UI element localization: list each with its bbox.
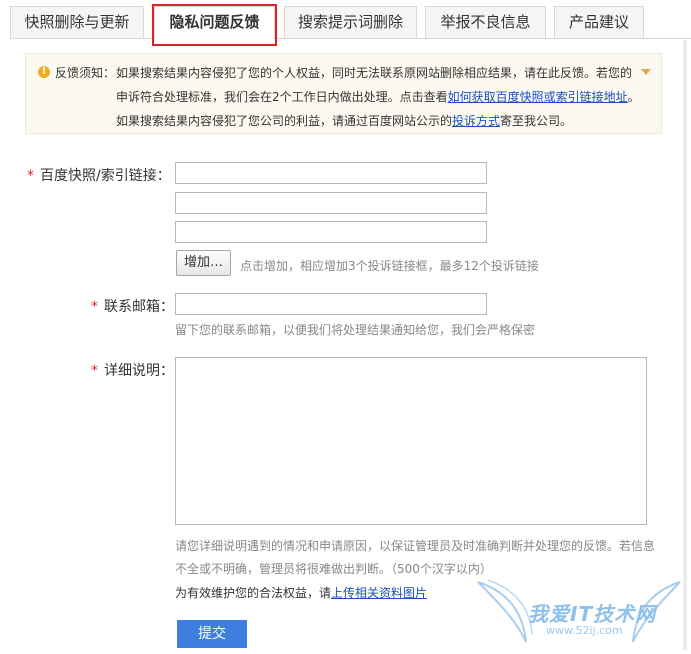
links-field-label: * 百度快照/索引链接：	[27, 165, 171, 185]
notice-line-2-text: 申诉符合处理标准，我们会在2个工作日内做出处理。点击查看	[116, 90, 448, 104]
add-links-button[interactable]: 增加…	[176, 250, 231, 276]
detail-hint-line-2: 不全或不明确，管理员将很难做出判断。（500个汉字以内）	[175, 562, 492, 576]
notice-line-2: 申诉符合处理标准，我们会在2个工作日内做出处理。点击查看如何获取百度快照或索引链…	[116, 88, 640, 105]
notice-line-3: 如果搜索结果内容侵犯了您公司的利益，请通过百度网站公示的投诉方式寄至我公司。	[116, 112, 572, 129]
detail-field-label: * 详细说明：	[91, 360, 174, 380]
email-label-text: 联系邮箱：	[104, 299, 174, 315]
tab-product-suggestion[interactable]: 产品建议	[554, 6, 644, 38]
required-mark: *	[91, 363, 98, 379]
add-links-hint: 点击增加，相应增加3个投诉链接框，最多12个投诉链接	[240, 259, 539, 273]
links-label-text: 百度快照/索引链接：	[40, 168, 171, 184]
tab-bar: 快照删除与更新 隐私问题反馈 搜索提示词删除 举报不良信息 产品建议	[0, 0, 691, 46]
detail-label-text: 详细说明：	[104, 363, 174, 379]
tab-baseline	[10, 38, 691, 39]
required-mark: *	[27, 168, 34, 184]
notice-line-2-end: 。	[627, 90, 640, 104]
email-hint: 留下您的联系邮箱，以便我们将处理结果通知给您，我们会严格保密	[175, 323, 536, 337]
tab-suggestion-delete[interactable]: 搜索提示词删除	[284, 6, 417, 38]
watermark-text: 我爱IT技术网	[528, 602, 657, 626]
chevron-down-icon[interactable]	[641, 69, 651, 75]
warning-icon: !	[38, 66, 50, 78]
watermark: 我爱IT技术网 www.52ij.com	[468, 572, 688, 650]
scrollbar[interactable]	[683, 40, 687, 650]
snapshot-help-link[interactable]: 如何获取百度快照或索引链接地址	[448, 90, 628, 104]
notice-line-3-text: 如果搜索结果内容侵犯了您公司的利益，请通过百度网站公示的	[116, 114, 453, 128]
tab-snapshot-delete[interactable]: 快照删除与更新	[10, 6, 144, 38]
notice-box: ! 反馈须知： 如果搜索结果内容侵犯了您的个人权益，同时无法联系原网站删除相应结…	[25, 53, 662, 134]
detail-hint-line-1: 请您详细说明遇到的情况和申请原因，以保证管理员及时准确判断并处理您的反馈。若信息	[175, 539, 656, 553]
tab-report-bad-info[interactable]: 举报不良信息	[425, 6, 546, 38]
link-input-2[interactable]	[175, 192, 487, 214]
email-field[interactable]	[175, 293, 487, 315]
upload-notice-text: 为有效维护您的合法权益，请	[175, 586, 332, 600]
complaint-method-link[interactable]: 投诉方式	[452, 114, 500, 128]
active-tab-highlight	[152, 4, 277, 46]
required-mark: *	[91, 299, 98, 315]
link-input-1[interactable]	[175, 162, 487, 184]
notice-label: 反馈须知：	[55, 66, 116, 80]
notice-line-3-end: 寄至我公司。	[500, 114, 573, 128]
submit-button[interactable]: 提交	[177, 620, 247, 648]
detail-textarea[interactable]	[175, 357, 647, 525]
email-field-label: * 联系邮箱：	[91, 296, 174, 316]
watermark-url: www.52ij.com	[546, 624, 623, 637]
upload-images-link[interactable]: 上传相关资料图片	[331, 586, 427, 600]
link-input-3[interactable]	[175, 221, 487, 243]
upload-notice: 为有效维护您的合法权益，请上传相关资料图片	[175, 584, 427, 601]
notice-line-1: 如果搜索结果内容侵犯了您的个人权益，同时无法联系原网站删除相应结果，请在此反馈。…	[116, 66, 633, 80]
